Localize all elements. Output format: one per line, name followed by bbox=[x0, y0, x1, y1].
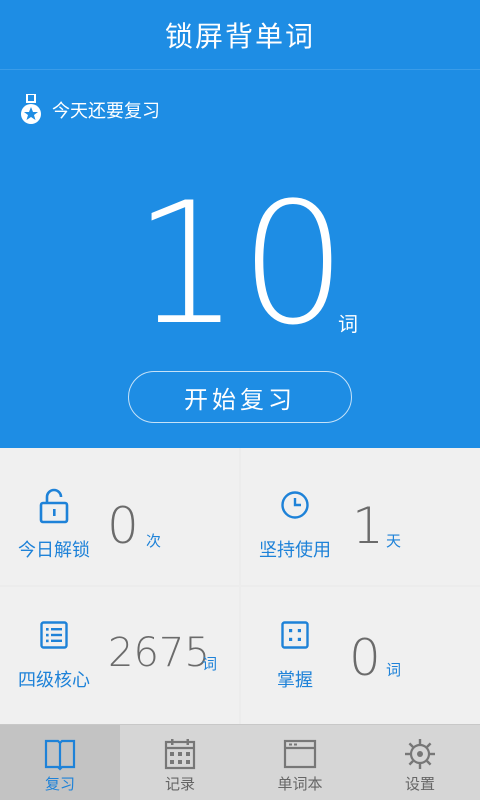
stat-unit: 词 bbox=[386, 661, 402, 679]
tab-label: 记录 bbox=[164, 775, 195, 793]
app-title: 锁屏背单词 bbox=[164, 19, 315, 53]
gear-icon bbox=[405, 739, 435, 769]
stats-grid: 今日解锁 0 次 坚持使用 1 天 四级核心 2675 词 掌握 0 词 bbox=[0, 448, 480, 724]
stat-value: 0 bbox=[349, 629, 381, 687]
medal-icon bbox=[21, 94, 41, 124]
notebook-icon bbox=[283, 739, 317, 769]
tab-review[interactable]: 复习 bbox=[0, 725, 120, 800]
stat-label: 坚持使用 bbox=[259, 540, 331, 561]
stat-unit: 词 bbox=[202, 655, 218, 673]
dice-icon bbox=[281, 621, 309, 649]
title-bar: 锁屏背单词 bbox=[0, 0, 480, 70]
stat-label: 掌握 bbox=[277, 670, 313, 691]
stat-days-used[interactable]: 坚持使用 1 天 bbox=[241, 448, 480, 585]
calendar-icon bbox=[164, 739, 196, 770]
stat-unit: 天 bbox=[386, 532, 402, 550]
tab-label: 单词本 bbox=[277, 775, 323, 793]
stat-today-unlocks[interactable]: 今日解锁 0 次 bbox=[0, 448, 239, 585]
review-count-unit: 词 bbox=[338, 312, 358, 336]
tab-settings[interactable]: 设置 bbox=[360, 725, 480, 800]
stat-label: 四级核心 bbox=[18, 670, 90, 691]
stat-unit: 次 bbox=[146, 532, 162, 550]
clock-icon bbox=[281, 491, 309, 519]
stat-value: 1 bbox=[352, 497, 384, 555]
bottom-tab-bar: 复习 记录 单词本 设置 bbox=[0, 724, 480, 800]
review-reminder: 今天还要复习 bbox=[20, 94, 160, 126]
lock-icon bbox=[39, 488, 69, 524]
review-count: 10 bbox=[133, 166, 347, 362]
tab-wordbook[interactable]: 单词本 bbox=[240, 725, 360, 800]
tab-records[interactable]: 记录 bbox=[120, 725, 240, 800]
stat-value: 0 bbox=[107, 497, 139, 555]
stat-label: 今日解锁 bbox=[18, 540, 90, 561]
review-header: 锁屏背单词 今天还要复习 10 词 开始复习 bbox=[0, 0, 480, 448]
book-icon bbox=[44, 739, 76, 771]
list-icon bbox=[40, 621, 68, 649]
stat-value: 2675 bbox=[108, 630, 210, 676]
tab-label: 复习 bbox=[44, 775, 75, 793]
tab-label: 设置 bbox=[404, 775, 435, 793]
stat-mastered[interactable]: 掌握 0 词 bbox=[241, 587, 480, 724]
review-label: 今天还要复习 bbox=[52, 101, 160, 122]
stat-cet4-core[interactable]: 四级核心 2675 词 bbox=[0, 587, 239, 724]
start-review-button[interactable]: 开始复习 bbox=[128, 371, 352, 423]
